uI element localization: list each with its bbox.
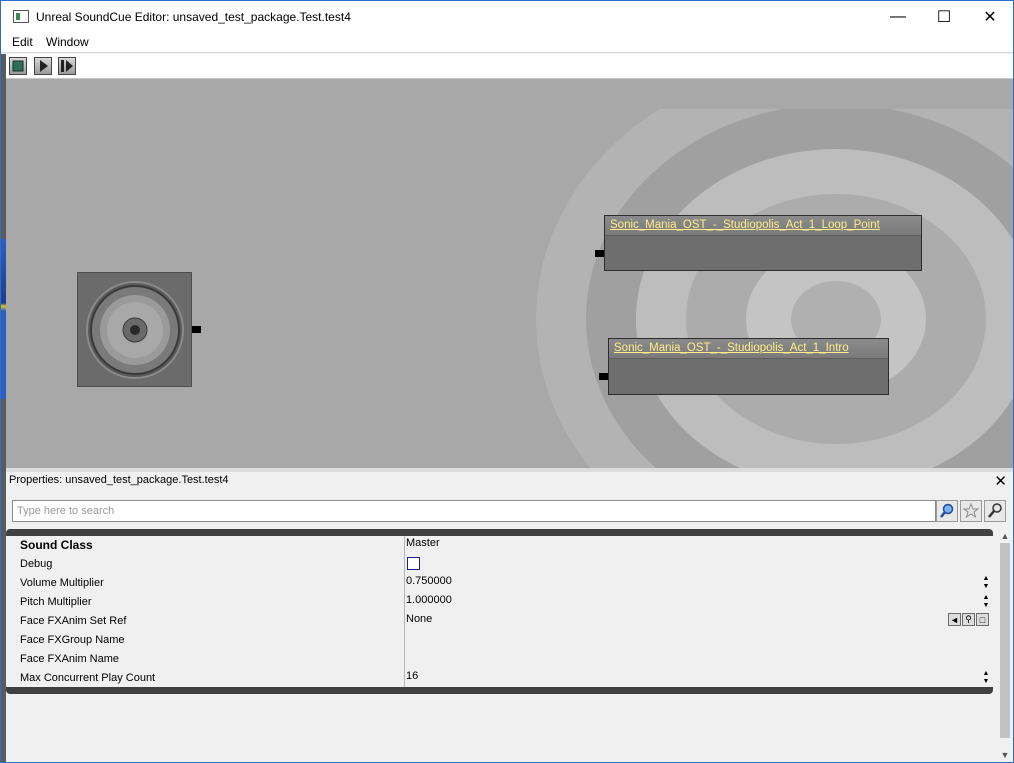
output-node-pin[interactable] (192, 326, 201, 333)
property-name: Volume Multiplier (20, 577, 104, 589)
property-name: Debug (20, 558, 53, 570)
window-title: Unreal SoundCue Editor: unsaved_test_pac… (36, 10, 351, 24)
property-value[interactable]: None (406, 613, 432, 625)
title-bar[interactable]: Unreal SoundCue Editor: unsaved_test_pac… (1, 1, 1013, 32)
property-name: Face FXAnim Name (20, 653, 120, 665)
property-name: Sound Class (20, 538, 93, 552)
sound-wave-node[interactable]: Sonic_Mania_OST_-_Studiopolis_Act_1_Intr… (608, 338, 889, 395)
toolbar (6, 54, 1013, 79)
browse-icon[interactable]: ⚲ (962, 613, 975, 626)
property-value[interactable]: 0.750000 (406, 575, 452, 587)
play-icon (40, 60, 48, 72)
scroll-up-icon[interactable]: ▲ (998, 529, 1012, 543)
menu-edit[interactable]: Edit (12, 35, 33, 49)
property-value[interactable]: Master (406, 537, 440, 549)
property-row-max-concurrent-play-count[interactable]: Max Concurrent Play Count 16 ▲ ▼ (6, 669, 993, 688)
spin-up-icon[interactable]: ▲ (983, 670, 990, 678)
play-selected-node-button[interactable] (58, 57, 76, 75)
wrench-search-icon (988, 503, 1002, 518)
play-node-icon (61, 60, 73, 72)
reference-buttons: ◄ ⚲ □ (948, 613, 989, 626)
play-count-spinner[interactable]: ▲ ▼ (981, 670, 991, 686)
scroll-down-icon[interactable]: ▼ (998, 748, 1012, 762)
properties-panel: Properties: unsaved_test_package.Test.te… (6, 472, 1013, 762)
play-button[interactable] (34, 57, 52, 75)
sound-wave-node[interactable]: Sonic_Mania_OST_-_Studiopolis_Act_1_Loop… (604, 215, 922, 271)
search-button[interactable] (936, 500, 958, 522)
property-value[interactable]: 1.000000 (406, 594, 452, 606)
property-name: Face FXGroup Name (20, 634, 125, 646)
property-name: Max Concurrent Play Count (20, 672, 156, 684)
spin-down-icon[interactable]: ▼ (983, 583, 990, 591)
magnifier-icon (940, 503, 954, 518)
property-grid-footer (6, 687, 993, 694)
debug-checkbox[interactable] (407, 557, 420, 570)
soundcue-editor-window: Unreal SoundCue Editor: unsaved_test_pac… (0, 0, 1014, 763)
pitch-spinner[interactable]: ▲ ▼ (981, 594, 991, 610)
sound-wave-node-title: Sonic_Mania_OST_-_Studiopolis_Act_1_Intr… (609, 339, 888, 359)
property-row-debug[interactable]: Debug (6, 555, 993, 574)
spin-up-icon[interactable]: ▲ (983, 575, 990, 583)
property-row-face-fxanim-name[interactable]: Face FXAnim Name (6, 650, 993, 669)
property-value[interactable]: 16 (406, 670, 418, 682)
stop-button[interactable] (9, 57, 27, 75)
property-row-face-fxanim-set-ref[interactable]: Face FXAnim Set Ref None ◄ ⚲ □ (6, 612, 993, 631)
properties-title: Properties: unsaved_test_package.Test.te… (9, 474, 229, 486)
properties-scrollbar[interactable]: ▲ ▼ (998, 529, 1012, 762)
volume-spinner[interactable]: ▲ ▼ (981, 575, 991, 591)
minimize-button[interactable]: — (875, 1, 921, 32)
filter-settings-button[interactable] (984, 500, 1006, 522)
menu-window[interactable]: Window (46, 35, 89, 49)
speaker-icon (86, 281, 184, 379)
sound-wave-node-title: Sonic_Mania_OST_-_Studiopolis_Act_1_Loop… (605, 216, 921, 236)
spin-up-icon[interactable]: ▲ (983, 594, 990, 602)
property-name: Face FXAnim Set Ref (20, 615, 127, 627)
star-icon (963, 503, 979, 519)
close-button[interactable]: ✕ (967, 1, 1013, 32)
properties-close-button[interactable]: ✕ (994, 472, 1007, 490)
spin-down-icon[interactable]: ▼ (983, 678, 990, 686)
wave-node-input-pin[interactable] (595, 250, 604, 257)
spin-down-icon[interactable]: ▼ (983, 602, 990, 610)
menu-bar: Edit Window (1, 32, 1013, 53)
clear-icon[interactable]: □ (976, 613, 989, 626)
scrollbar-thumb[interactable] (1000, 543, 1010, 738)
property-grid-header (6, 529, 993, 536)
property-search-input[interactable] (12, 500, 936, 522)
property-row-sound-class[interactable]: Sound Class Master (6, 536, 993, 555)
sound-graph-canvas[interactable]: Sonic_Mania_OST_-_Studiopolis_Act_1_Loop… (6, 79, 1013, 468)
sound-cue-output-node[interactable] (77, 272, 192, 387)
property-row-face-fxgroup-name[interactable]: Face FXGroup Name (6, 631, 993, 650)
app-icon (13, 10, 29, 23)
property-row-pitch-multiplier[interactable]: Pitch Multiplier 1.000000 ▲ ▼ (6, 593, 993, 612)
property-row-volume-multiplier[interactable]: Volume Multiplier 0.750000 ▲ ▼ (6, 574, 993, 593)
property-name: Pitch Multiplier (20, 596, 92, 608)
speaker-watermark-icon (536, 109, 1013, 468)
maximize-button[interactable]: ☐ (921, 1, 967, 32)
favorites-button[interactable] (960, 500, 982, 522)
property-grid: Sound Class Master Debug Volume Multipli… (6, 536, 993, 687)
stop-icon (12, 60, 24, 72)
use-selected-icon[interactable]: ◄ (948, 613, 961, 626)
wave-node-input-pin[interactable] (599, 373, 608, 380)
